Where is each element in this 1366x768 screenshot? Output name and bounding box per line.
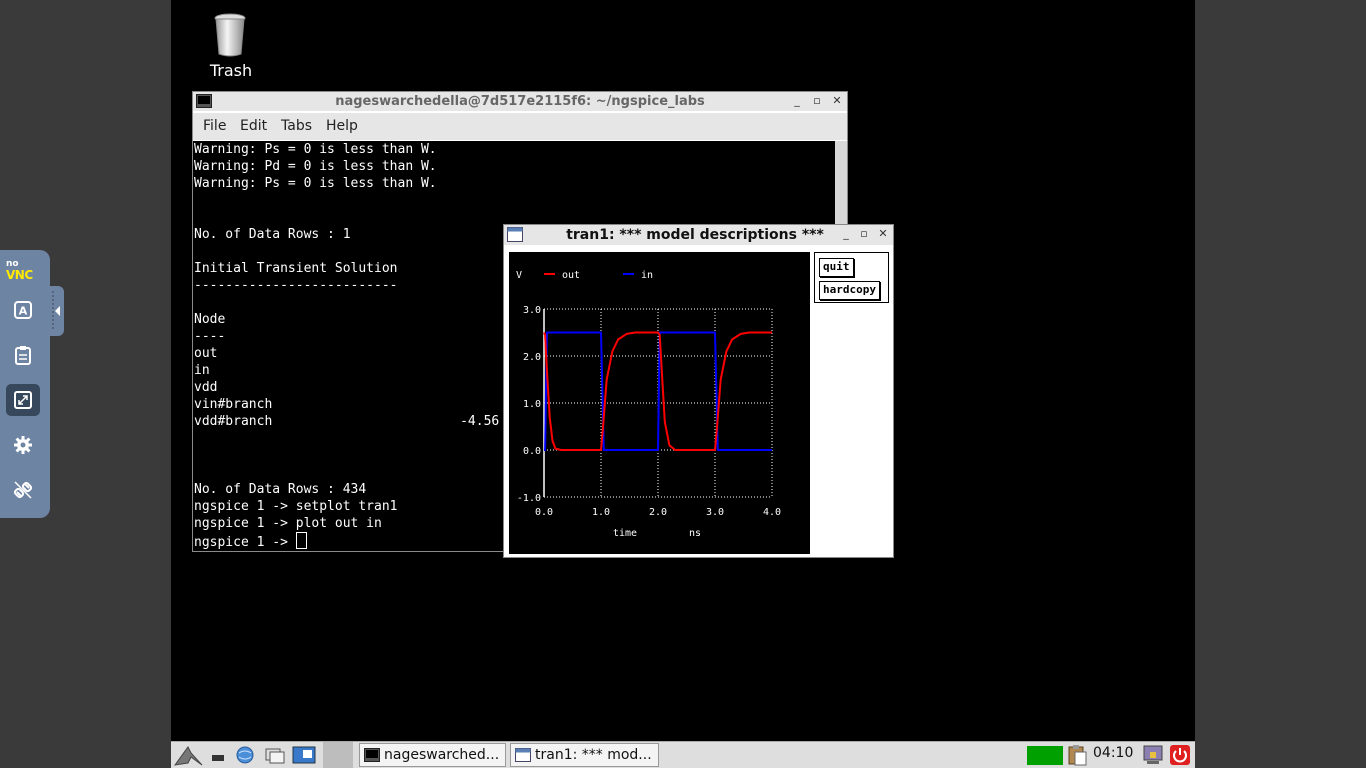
x-tick-label: 2.0 xyxy=(649,507,667,518)
workspace-2[interactable] xyxy=(323,742,353,768)
y-tick-label: 1.0 xyxy=(523,399,541,410)
plot-canvas[interactable]: 0.0 1.0 2.0 3.0 4.0 -1.0 0.0 1.0 2.0 3.0 Vtime ns ou… xyxy=(509,252,810,554)
y-tick-label: -1.0 xyxy=(517,493,541,504)
settings-button[interactable] xyxy=(6,429,40,461)
terminal-icon xyxy=(196,94,212,108)
y-tick-label: 3.0 xyxy=(523,305,541,316)
novnc-logo: no VNC xyxy=(3,258,43,286)
legend-label-in: in xyxy=(641,270,653,281)
task-terminal-label: nageswarched... xyxy=(384,747,500,763)
terminal-line: No. of Data Rows : 1 xyxy=(194,227,351,242)
chart-svg: 0.0 1.0 2.0 3.0 4.0 -1.0 0.0 1.0 2.0 3.0 Vtime ns ou… xyxy=(516,270,781,539)
terminal-menubar: File Edit Tabs Help xyxy=(193,113,847,140)
terminal-line: No. of Data Rows : 434 xyxy=(194,482,367,497)
quit-button[interactable]: quit xyxy=(819,258,854,277)
fullscreen-icon xyxy=(14,391,32,409)
x-tick-label: 0.0 xyxy=(535,507,553,518)
terminal-prompt: ngspice 1 -> xyxy=(194,535,296,550)
start-menu-icon[interactable] xyxy=(172,743,206,767)
x-tick-label: 4.0 xyxy=(763,507,781,518)
task-plot[interactable]: tran1: *** mod... xyxy=(510,743,659,767)
terminal-line: Initial Transient Solution xyxy=(194,261,398,276)
menu-tabs[interactable]: Tabs xyxy=(281,118,312,134)
x-axis-label: time xyxy=(613,528,637,539)
keyboard-icon: A xyxy=(14,301,32,319)
trash-icon[interactable] xyxy=(212,12,248,58)
terminal-line: ngspice 1 -> setplot tran1 xyxy=(194,499,398,514)
terminal-cursor xyxy=(295,532,307,549)
novnc-logo-vnc: VNC xyxy=(6,268,33,282)
clipboard-manager-icon[interactable] xyxy=(1066,744,1088,766)
keyboard-button[interactable]: A xyxy=(6,294,40,326)
legend-label-out: out xyxy=(562,270,580,281)
terminal-prompt-line: ngspice 1 -> xyxy=(194,532,307,550)
terminal-line: Warning: Pd = 0 is less than W. xyxy=(194,159,437,174)
task-plot-label: tran1: *** mod... xyxy=(535,747,652,763)
close-icon[interactable]: ✕ xyxy=(875,225,891,243)
x-axis-unit: ns xyxy=(689,528,701,539)
power-icon[interactable] xyxy=(1169,744,1191,766)
cpu-monitor xyxy=(1027,746,1063,765)
clipboard-button[interactable] xyxy=(6,339,40,371)
terminal-line: Warning: Ps = 0 is less than W. xyxy=(194,142,437,157)
terminal-title: nageswarchedella@7d517e2115f6: ~/ngspice… xyxy=(335,94,705,109)
disconnect-icon xyxy=(13,481,33,499)
terminal-line: ngspice 1 -> plot out in xyxy=(194,516,382,531)
x-tick-label: 1.0 xyxy=(592,507,610,518)
menu-edit[interactable]: Edit xyxy=(240,118,267,134)
novnc-panel-handle[interactable] xyxy=(50,286,64,336)
window-icon xyxy=(507,227,523,242)
menu-help[interactable]: Help xyxy=(326,118,358,134)
maximize-icon[interactable]: ▫ xyxy=(809,92,825,110)
file-manager-icon[interactable] xyxy=(263,745,287,765)
workspace-switcher-icon[interactable] xyxy=(292,745,316,765)
show-desktop-icon[interactable] xyxy=(210,745,228,765)
terminal-line: vdd xyxy=(194,380,218,395)
fullscreen-button[interactable] xyxy=(6,384,40,416)
terminal-line: vdd#branch -4.56 xyxy=(194,414,500,429)
y-axis-unit: V xyxy=(516,270,522,281)
y-tick-label: 2.0 xyxy=(523,352,541,363)
terminal-icon xyxy=(364,748,380,762)
x-tick-label: 3.0 xyxy=(706,507,724,518)
novnc-control-bar: A xyxy=(0,250,50,518)
disconnect-button[interactable] xyxy=(6,474,40,506)
task-terminal[interactable]: nageswarched... xyxy=(359,743,506,767)
svg-text:A: A xyxy=(19,305,28,318)
terminal-line: Warning: Ps = 0 is less than W. xyxy=(194,176,437,191)
series-line-in xyxy=(544,331,772,451)
chart-series xyxy=(543,331,772,451)
collapse-arrow-icon xyxy=(52,291,60,331)
terminal-line: Node xyxy=(194,312,226,327)
lock-screen-icon[interactable] xyxy=(1141,744,1165,766)
terminal-line: out xyxy=(194,346,218,361)
terminal-line: -------------------------- xyxy=(194,278,398,293)
terminal-line: in xyxy=(194,363,210,378)
plot-title: tran1: *** model descriptions *** xyxy=(566,227,824,243)
minimize-icon[interactable]: _ xyxy=(789,92,805,110)
hardcopy-button[interactable]: hardcopy xyxy=(819,281,880,300)
chart-labels: 0.0 1.0 2.0 3.0 4.0 -1.0 0.0 1.0 2.0 3.0 Vtime ns ou… xyxy=(516,270,781,539)
trash-label: Trash xyxy=(209,61,253,80)
terminal-line: ---- xyxy=(194,329,226,344)
menu-file[interactable]: File xyxy=(203,118,226,134)
y-tick-label: 0.0 xyxy=(523,446,541,457)
browser-icon[interactable] xyxy=(234,745,256,765)
window-icon xyxy=(515,748,531,762)
close-icon[interactable]: ✕ xyxy=(829,92,845,110)
plot-button-panel: quit hardcopy xyxy=(814,252,889,303)
desktop-margin xyxy=(1195,0,1366,768)
clipboard-icon xyxy=(15,346,31,365)
terminal-line: vin#branch xyxy=(194,397,273,412)
settings-icon xyxy=(14,436,32,454)
clock[interactable]: 04:10 xyxy=(1093,745,1133,761)
